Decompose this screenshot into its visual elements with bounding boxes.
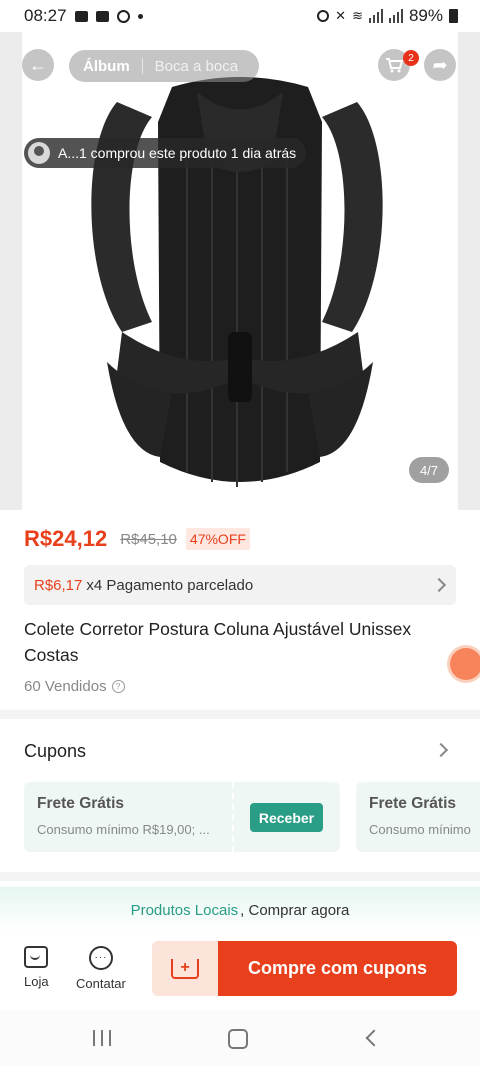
local-products-bar[interactable]: Produtos Locais , Comprar agora [0,887,480,933]
contact-button[interactable]: ··· Contatar [76,946,126,991]
receive-coupon-button[interactable]: Receber [250,803,323,832]
more-notifications-icon [137,13,143,19]
battery-icon [449,9,458,23]
status-time: 08:27 [24,6,67,25]
discount-badge: 47%OFF [185,528,250,550]
gallery-page-counter: 4/7 [409,457,449,483]
home-icon[interactable] [228,1029,248,1049]
media-tabs: Álbum Boca a boca [69,50,259,82]
share-icon: ➦ [432,54,448,75]
sold-count: 60 Vendidos [24,678,107,695]
coupon-subtitle: Consumo mínimo R$19,00; ... [37,822,210,837]
store-icon [24,946,49,968]
store-label: Loja [24,974,49,989]
product-title: Colete Corretor Postura Coluna Ajustável… [24,619,412,665]
share-button[interactable]: ➦ [424,49,456,81]
coupon-subtitle: Consumo mínimo [369,822,471,837]
wifi-icon: ≋ [352,8,363,23]
status-bar: 08:27 ✕ ≋ 89% [0,0,480,32]
chat-icon: ··· [88,946,113,970]
coupon-perforation [232,782,234,852]
status-left: 08:27 [24,6,143,26]
coupon-title: Frete Grátis [369,795,457,812]
buyer-avatar [28,142,50,164]
status-right: ✕ ≋ 89% [317,6,458,26]
recents-icon[interactable] [93,1030,111,1046]
alarm-icon [317,10,330,22]
local-products-link[interactable]: Produtos Locais [131,902,239,919]
coupons-header: Cupons [24,741,87,761]
arrow-left-icon: ← [29,54,47,75]
tab-separator [141,58,143,74]
signal-icon [368,9,383,23]
product-image[interactable] [22,32,458,510]
bottom-action-bar: Loja ··· Contatar + Compre com cupons [0,936,480,1008]
price-row: R$24,12 R$45,10 47%OFF [24,526,250,552]
cart-icon [386,58,403,73]
coupons-chevron-icon[interactable] [433,742,449,758]
original-price: R$45,10 [120,530,177,548]
cart-count-badge: 2 [403,50,419,66]
back-nav-icon[interactable] [365,1029,383,1047]
recent-purchase-toast: A...1 comprou este produto 1 dia atrás [24,138,307,168]
posture-corrector-illustration [91,77,383,487]
gallery-prev-edge [0,32,22,510]
back-button[interactable]: ← [22,49,54,81]
coupon-title: Frete Grátis [37,795,125,812]
add-to-cart-button[interactable]: + [152,941,218,996]
chevron-right-icon [431,577,447,593]
section-divider [0,872,480,881]
add-to-cart-icon: + [171,958,199,979]
coupon-card[interactable]: Frete Grátis Consumo mínimo R$19,00; ...… [24,782,340,852]
chrome-icon [116,9,130,23]
store-button[interactable]: Loja [24,946,49,989]
installment-price: R$6,17 [34,576,83,594]
gallery-icon [95,10,109,22]
mute-icon: ✕ [335,8,347,23]
gallery-next-edge [458,32,480,510]
installment-text: x4 Pagamento parcelado [86,576,254,594]
floating-timer-bubble[interactable] [450,648,480,680]
signal-icon-2 [388,9,403,23]
contact-label: Contatar [76,976,126,991]
sold-count-row: 60 Vendidos ? [24,678,125,695]
coupon-card[interactable]: Frete Grátis Consumo mínimo [356,782,480,852]
local-products-text: , Comprar agora [240,901,350,919]
system-nav-bar [0,1010,480,1066]
tab-album[interactable]: Álbum [83,58,130,75]
info-icon[interactable]: ? [111,680,125,693]
video-icon [74,10,88,22]
installments-row[interactable]: R$6,17 x4 Pagamento parcelado [24,565,456,605]
tab-reviews[interactable]: Boca a boca [155,58,238,75]
battery-percent: 89% [408,6,443,25]
buy-with-coupons-button[interactable]: Compre com cupons [218,941,457,996]
current-price: R$24,12 [24,526,108,551]
section-divider [0,710,480,719]
product-gallery[interactable]: A...1 comprou este produto 1 dia atrás 4… [0,32,480,510]
recent-purchase-text: A...1 comprou este produto 1 dia atrás [58,145,297,161]
